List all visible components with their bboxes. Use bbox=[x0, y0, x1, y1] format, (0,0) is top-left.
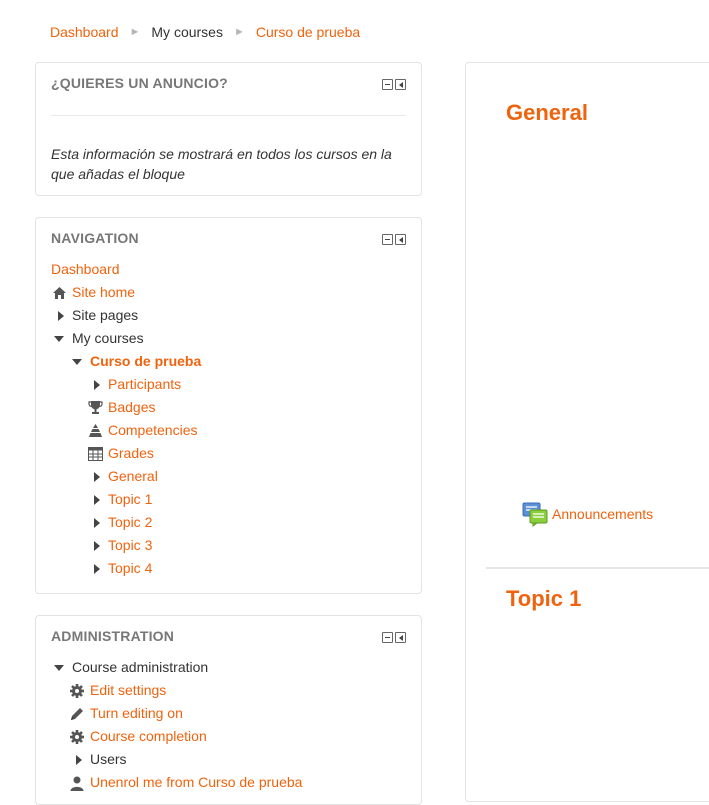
nav-item-label[interactable]: Topic 3 bbox=[108, 534, 152, 557]
nav-item-dashboard[interactable]: Dashboard bbox=[51, 258, 201, 281]
user-icon bbox=[69, 775, 85, 791]
section-title-general[interactable]: General bbox=[506, 100, 588, 126]
administration-tree: Course administration Edit settings Turn… bbox=[51, 656, 302, 794]
block-controls bbox=[382, 79, 406, 90]
expanded-arrow-icon[interactable] bbox=[51, 660, 67, 676]
admin-item-course-administration[interactable]: Course administration bbox=[51, 656, 302, 679]
nav-item-topic-2[interactable]: Topic 2 bbox=[51, 511, 201, 534]
admin-item-unenrol[interactable]: Unenrol me from Curso de prueba bbox=[51, 771, 302, 794]
trophy-icon bbox=[87, 400, 103, 416]
forum-icon bbox=[522, 501, 548, 527]
nav-item-label[interactable]: General bbox=[108, 465, 158, 488]
section-title-topic-1[interactable]: Topic 1 bbox=[506, 586, 581, 612]
nav-item-course[interactable]: Curso de prueba bbox=[51, 350, 201, 373]
collapsed-arrow-icon[interactable] bbox=[87, 492, 103, 508]
nav-item-participants[interactable]: Participants bbox=[51, 373, 201, 396]
nav-item-badges[interactable]: Badges bbox=[51, 396, 201, 419]
navigation-block: NAVIGATION Dashboard Site home Site page… bbox=[35, 217, 422, 594]
collapsed-arrow-icon[interactable] bbox=[87, 377, 103, 393]
expanded-arrow-icon[interactable] bbox=[69, 354, 85, 370]
pencil-icon bbox=[69, 706, 85, 722]
collapsed-arrow-icon[interactable] bbox=[87, 469, 103, 485]
nav-item-site-home[interactable]: Site home bbox=[51, 281, 201, 304]
admin-item-label[interactable]: Course completion bbox=[90, 725, 207, 748]
admin-item-label[interactable]: Users bbox=[90, 748, 127, 771]
competencies-icon bbox=[87, 423, 103, 439]
admin-item-edit-settings[interactable]: Edit settings bbox=[51, 679, 302, 702]
admin-item-label[interactable]: Course administration bbox=[72, 656, 208, 679]
nav-item-topic-1[interactable]: Topic 1 bbox=[51, 488, 201, 511]
collapsed-arrow-icon[interactable] bbox=[87, 515, 103, 531]
collapsed-arrow-icon[interactable] bbox=[87, 561, 103, 577]
breadcrumb-separator-icon: ► bbox=[129, 26, 141, 38]
navigation-block-title: NAVIGATION bbox=[51, 230, 139, 246]
nav-item-label[interactable]: Curso de prueba bbox=[90, 350, 201, 373]
expanded-arrow-icon[interactable] bbox=[51, 331, 67, 347]
nav-item-site-pages[interactable]: Site pages bbox=[51, 304, 201, 327]
administration-block-title: ADMINISTRATION bbox=[51, 628, 175, 644]
table-icon bbox=[87, 446, 103, 462]
navigation-tree: Dashboard Site home Site pages My course… bbox=[51, 258, 201, 580]
nav-item-grades[interactable]: Grades bbox=[51, 442, 201, 465]
admin-item-users[interactable]: Users bbox=[51, 748, 302, 771]
breadcrumb: Dashboard ► My courses ► Curso de prueba bbox=[50, 22, 360, 42]
dock-block-icon[interactable] bbox=[395, 79, 406, 90]
nav-item-label[interactable]: Site pages bbox=[72, 304, 138, 327]
dock-block-icon[interactable] bbox=[395, 234, 406, 245]
nav-item-topic-3[interactable]: Topic 3 bbox=[51, 534, 201, 557]
nav-item-label[interactable]: Participants bbox=[108, 373, 181, 396]
nav-item-general[interactable]: General bbox=[51, 465, 201, 488]
hide-block-icon[interactable] bbox=[382, 79, 393, 90]
breadcrumb-course[interactable]: Curso de prueba bbox=[256, 24, 360, 40]
activity-announcements-link[interactable]: Announcements bbox=[552, 506, 653, 522]
block-controls bbox=[382, 632, 406, 643]
nav-item-label[interactable]: Site home bbox=[72, 281, 135, 304]
nav-item-competencies[interactable]: Competencies bbox=[51, 419, 201, 442]
gear-icon bbox=[69, 683, 85, 699]
collapsed-arrow-icon[interactable] bbox=[87, 538, 103, 554]
section-divider bbox=[486, 567, 709, 569]
course-content: General Announcements Topic 1 bbox=[465, 62, 709, 802]
home-icon bbox=[51, 285, 67, 301]
hide-block-icon[interactable] bbox=[382, 234, 393, 245]
admin-item-course-completion[interactable]: Course completion bbox=[51, 725, 302, 748]
nav-item-label[interactable]: Dashboard bbox=[51, 258, 120, 281]
ad-block-title: ¿QUIERES UN ANUNCIO? bbox=[51, 75, 228, 91]
administration-block: ADMINISTRATION Course administration Edi… bbox=[35, 615, 422, 805]
hide-block-icon[interactable] bbox=[382, 632, 393, 643]
breadcrumb-dashboard[interactable]: Dashboard bbox=[50, 24, 119, 40]
nav-item-label[interactable]: Topic 4 bbox=[108, 557, 152, 580]
activity-announcements[interactable]: Announcements bbox=[522, 501, 653, 527]
admin-item-label[interactable]: Edit settings bbox=[90, 679, 166, 702]
admin-item-label[interactable]: Turn editing on bbox=[90, 702, 183, 725]
admin-item-label[interactable]: Unenrol me from Curso de prueba bbox=[90, 771, 302, 794]
nav-item-my-courses[interactable]: My courses bbox=[51, 327, 201, 350]
nav-item-label[interactable]: My courses bbox=[72, 327, 144, 350]
gear-icon bbox=[69, 729, 85, 745]
nav-item-label[interactable]: Badges bbox=[108, 396, 155, 419]
admin-item-turn-editing-on[interactable]: Turn editing on bbox=[51, 702, 302, 725]
nav-item-label[interactable]: Topic 1 bbox=[108, 488, 152, 511]
nav-item-topic-4[interactable]: Topic 4 bbox=[51, 557, 201, 580]
ad-block-text: Esta información se mostrará en todos lo… bbox=[51, 146, 392, 182]
ad-block: ¿QUIERES UN ANUNCIO? Esta información se… bbox=[35, 62, 422, 196]
breadcrumb-my-courses[interactable]: My courses bbox=[151, 24, 223, 40]
nav-item-label[interactable]: Competencies bbox=[108, 419, 198, 442]
collapsed-arrow-icon[interactable] bbox=[51, 308, 67, 324]
nav-item-label[interactable]: Grades bbox=[108, 442, 154, 465]
collapsed-arrow-icon[interactable] bbox=[69, 752, 85, 768]
breadcrumb-separator-icon: ► bbox=[233, 26, 245, 38]
nav-item-label[interactable]: Topic 2 bbox=[108, 511, 152, 534]
divider bbox=[51, 115, 406, 116]
block-controls bbox=[382, 234, 406, 245]
dock-block-icon[interactable] bbox=[395, 632, 406, 643]
